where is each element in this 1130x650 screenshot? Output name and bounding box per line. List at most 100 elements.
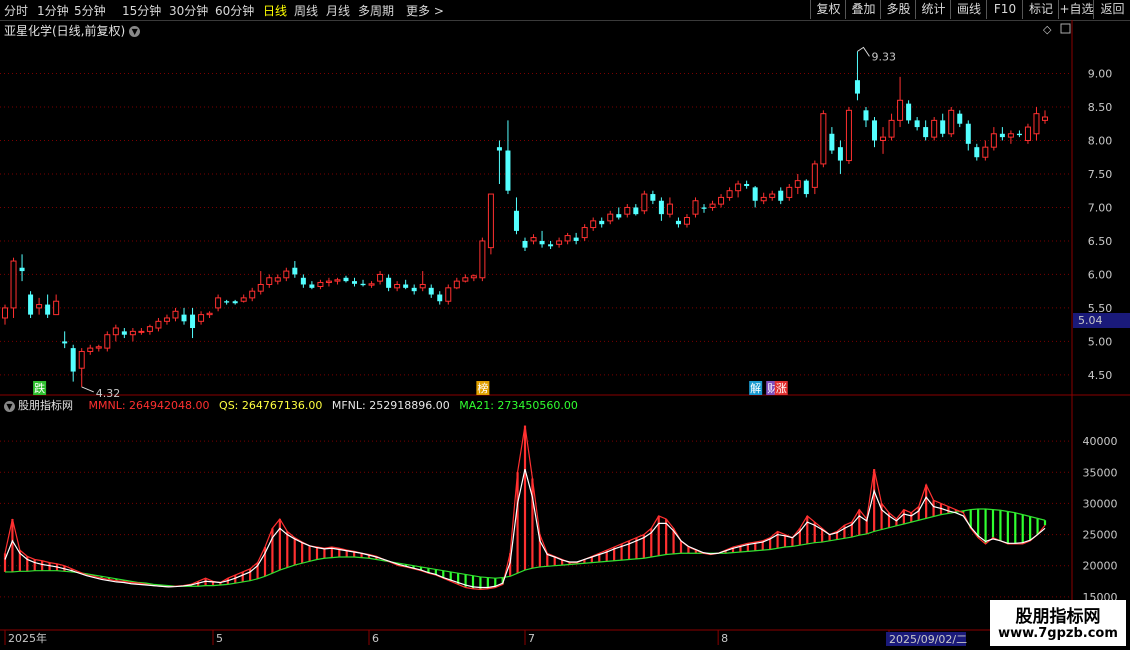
candle-body[interactable] xyxy=(948,109,955,135)
candle-body[interactable] xyxy=(394,283,401,289)
candle-body[interactable] xyxy=(990,133,997,148)
candle-body[interactable] xyxy=(965,123,971,144)
candle-body[interactable] xyxy=(513,210,519,231)
candle-body[interactable] xyxy=(683,217,690,225)
candle-body[interactable] xyxy=(829,133,835,151)
candle-body[interactable] xyxy=(897,99,904,121)
candle-body[interactable] xyxy=(641,193,648,212)
candle-body[interactable] xyxy=(1033,113,1040,135)
candle-body[interactable] xyxy=(403,284,409,288)
candle-body[interactable] xyxy=(112,327,119,336)
candle-body[interactable] xyxy=(982,146,989,158)
candle-body[interactable] xyxy=(104,334,111,349)
candle-body[interactable] xyxy=(564,235,571,242)
candle-body[interactable] xyxy=(232,301,238,304)
candle-body[interactable] xyxy=(428,287,434,295)
candle-body[interactable] xyxy=(692,200,699,215)
candle-body[interactable] xyxy=(709,203,716,208)
candle-body[interactable] xyxy=(752,187,758,201)
candle-body[interactable] xyxy=(624,206,631,215)
candle-body[interactable] xyxy=(1042,116,1048,121)
candle-body[interactable] xyxy=(880,136,887,141)
candle-body[interactable] xyxy=(658,200,664,215)
candle-body[interactable] xyxy=(974,147,980,158)
candle-body[interactable] xyxy=(462,277,469,282)
candle-body[interactable] xyxy=(181,314,187,322)
candle-body[interactable] xyxy=(2,307,8,319)
candle-body[interactable] xyxy=(300,277,306,285)
candle-body[interactable] xyxy=(505,150,511,191)
candle-body[interactable] xyxy=(317,281,324,287)
candle-body[interactable] xyxy=(411,287,417,292)
candle-body[interactable] xyxy=(496,147,502,151)
candle-body[interactable] xyxy=(607,213,614,222)
candle-body[interactable] xyxy=(325,280,332,283)
candle-body[interactable] xyxy=(778,190,784,201)
candle-body[interactable] xyxy=(599,220,605,225)
candle-body[interactable] xyxy=(675,220,681,225)
candle-body[interactable] xyxy=(53,300,60,316)
candle-body[interactable] xyxy=(1007,133,1014,138)
diamond-icon[interactable]: ◇ xyxy=(1043,23,1052,36)
candle-body[interactable] xyxy=(803,180,809,195)
candle-body[interactable] xyxy=(377,273,384,282)
candle-body[interactable] xyxy=(760,196,767,202)
candle-body[interactable] xyxy=(437,294,443,302)
candle-body[interactable] xyxy=(172,310,179,319)
candle-body[interactable] xyxy=(940,120,946,134)
candle-body[interactable] xyxy=(445,287,452,302)
candle-body[interactable] xyxy=(590,220,597,229)
candle-body[interactable] xyxy=(633,207,639,215)
candle-body[interactable] xyxy=(1024,126,1031,141)
candle-body[interactable] xyxy=(1016,133,1022,136)
candle-body[interactable] xyxy=(206,312,213,316)
candle-body[interactable] xyxy=(352,281,358,284)
chart-canvas[interactable]: 4.50 5.00 5.50 6.00 6.50 7.00 7.50 8.00 8.50 9.00… xyxy=(0,0,1130,650)
candle-body[interactable] xyxy=(215,297,222,309)
candle-body[interactable] xyxy=(343,277,349,282)
candle-body[interactable] xyxy=(931,119,938,138)
candle-body[interactable] xyxy=(62,341,68,344)
candle-body[interactable] xyxy=(539,240,545,245)
candle-body[interactable] xyxy=(581,227,588,239)
candle-body[interactable] xyxy=(266,277,273,285)
candle-body[interactable] xyxy=(45,304,51,315)
candle-body[interactable] xyxy=(87,347,94,352)
candle-body[interactable] xyxy=(769,193,776,198)
candle-body[interactable] xyxy=(479,240,486,279)
candle-body[interactable] xyxy=(70,348,76,372)
candle-body[interactable] xyxy=(360,283,366,286)
candle-body[interactable] xyxy=(957,113,963,124)
window-icon[interactable] xyxy=(1060,23,1071,34)
candle-body[interactable] xyxy=(129,330,136,336)
candle-body[interactable] xyxy=(548,244,554,247)
candle-body[interactable] xyxy=(487,193,494,249)
candle-body[interactable] xyxy=(786,186,793,198)
candle-body[interactable] xyxy=(19,267,25,272)
candle-body[interactable] xyxy=(556,240,563,245)
candle-body[interactable] xyxy=(249,290,256,299)
candle-body[interactable] xyxy=(735,183,742,192)
candle-body[interactable] xyxy=(470,275,477,279)
candle-body[interactable] xyxy=(190,314,196,329)
candle-body[interactable] xyxy=(718,196,725,205)
candle-body[interactable] xyxy=(573,237,579,241)
candle-body[interactable] xyxy=(854,80,860,94)
candle-body[interactable] xyxy=(334,279,341,282)
candle-body[interactable] xyxy=(309,284,315,288)
candle-body[interactable] xyxy=(872,120,878,141)
candle-body[interactable] xyxy=(530,237,537,242)
candle-body[interactable] xyxy=(906,103,912,121)
candle-body[interactable] xyxy=(666,203,673,215)
candle-body[interactable] xyxy=(863,110,869,121)
candle-body[interactable] xyxy=(257,283,264,292)
candle-body[interactable] xyxy=(121,331,127,335)
candle-body[interactable] xyxy=(522,240,528,248)
candle-body[interactable] xyxy=(163,317,170,322)
candle-body[interactable] xyxy=(914,120,920,128)
candle-body[interactable] xyxy=(224,301,230,303)
candle-body[interactable] xyxy=(650,194,656,201)
candle-body[interactable] xyxy=(155,320,162,329)
candle-body[interactable] xyxy=(95,346,102,349)
candle-body[interactable] xyxy=(726,190,733,198)
